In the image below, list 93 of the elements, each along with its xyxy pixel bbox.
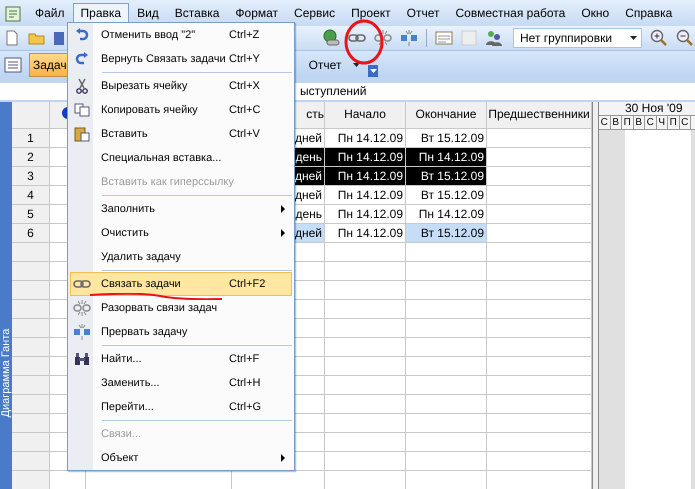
notes-icon[interactable] — [435, 30, 453, 46]
view-tab[interactable]: Отчет — [304, 52, 346, 76]
submenu-arrow-icon — [281, 454, 285, 462]
row-header[interactable] — [12, 281, 50, 300]
menu-item[interactable]: Объект — [70, 446, 292, 470]
split-task-icon — [73, 323, 91, 341]
menu-bar-item[interactable]: Совместная работа — [448, 3, 574, 24]
menu-item[interactable]: Вернуть Связать задачи Ctrl+Y — [70, 47, 292, 71]
grouping-dropdown[interactable]: Нет группировки — [513, 28, 642, 48]
menu-item[interactable]: Удалить задачу — [70, 245, 292, 269]
row-header[interactable] — [12, 262, 50, 281]
timescale-day: С — [680, 116, 691, 129]
clipboard-icon — [74, 126, 90, 142]
timescale-day: В — [634, 116, 645, 129]
copy-icon — [74, 103, 90, 117]
redo-icon — [75, 52, 89, 66]
menu-bar-item[interactable]: Окно — [573, 3, 618, 24]
menu-item[interactable]: Разорвать связи задач — [70, 296, 292, 320]
row-header[interactable] — [12, 452, 50, 471]
row-header[interactable] — [12, 376, 50, 395]
submenu-arrow-icon — [281, 229, 285, 237]
binoculars-icon — [74, 352, 90, 366]
menu-bar-item[interactable]: Отчет — [398, 3, 448, 24]
view-list-icon[interactable] — [4, 56, 22, 72]
row-header[interactable] — [12, 414, 50, 433]
link-icon[interactable] — [348, 33, 366, 43]
menu-bar-item[interactable]: Проект — [343, 3, 399, 24]
annotation-circle — [344, 20, 384, 64]
row-header[interactable] — [12, 338, 50, 357]
column-header[interactable]: Предшественники — [487, 102, 592, 129]
link-icon — [73, 279, 91, 289]
table-cell: Пн 14.12.09 — [325, 167, 406, 186]
row-header[interactable] — [12, 319, 50, 338]
table-cell: Пн 14.12.09 — [325, 186, 406, 205]
broken-link-icon[interactable] — [374, 29, 392, 47]
side-view-label: Диаграмма Ганта — [0, 328, 12, 419]
toolbar-overflow-button[interactable] — [368, 64, 378, 76]
timescale-day: П — [668, 116, 680, 129]
row-header[interactable] — [12, 357, 50, 376]
row-header[interactable] — [12, 471, 50, 489]
menu-bar-item[interactable]: Файл — [27, 3, 73, 24]
timescale-day: С — [599, 116, 610, 129]
globe-link-icon[interactable] — [322, 29, 340, 47]
table-cell: Пн 14.12.09 — [325, 148, 406, 167]
row-number[interactable]: 5 — [12, 205, 50, 224]
table-cell: Вт 15.12.09 — [406, 186, 487, 205]
caret-icon — [370, 68, 377, 72]
split-task-icon[interactable] — [400, 29, 418, 47]
caret-icon — [630, 36, 637, 40]
menu-bar-item[interactable]: Вставка — [166, 3, 228, 24]
row-header[interactable] — [12, 433, 50, 452]
menu-bar-item[interactable]: Формат — [227, 3, 286, 24]
row-number[interactable]: 3 — [12, 167, 50, 186]
menu-item[interactable]: Заменить... Ctrl+H — [70, 371, 292, 395]
table-cell: Вт 15.12.09 — [406, 224, 487, 243]
row-number[interactable]: 2 — [12, 148, 50, 167]
menu-bar-item[interactable]: Справка — [617, 3, 680, 24]
zoom-out-icon[interactable] — [676, 29, 694, 47]
caret-icon[interactable] — [353, 62, 360, 66]
save-icon[interactable] — [54, 30, 64, 46]
row-number[interactable]: 1 — [12, 129, 50, 148]
timescale-day: В — [610, 116, 622, 129]
menu-item[interactable]: Перейти... Ctrl+G — [70, 395, 292, 419]
table-cell: Вт 15.12.09 — [406, 167, 487, 186]
zoom-in-icon[interactable] — [650, 29, 668, 47]
timescale-day: Ч — [656, 116, 668, 129]
table-cell: Пн 14.12.09 — [406, 148, 487, 167]
broken-link-icon — [73, 299, 91, 317]
side-view-bar[interactable]: Диаграмма Ганта — [0, 102, 12, 489]
row-header[interactable] — [12, 300, 50, 319]
scissors-icon — [76, 78, 88, 94]
corner-cell[interactable] — [12, 102, 50, 129]
timescale-day: П — [622, 116, 634, 129]
menu-item[interactable]: Копировать ячейку Ctrl+C — [70, 98, 292, 122]
project-app-icon[interactable] — [5, 6, 21, 22]
column-header[interactable]: Окончание — [406, 102, 487, 129]
timescale-date: 30 Ноя '09 — [599, 102, 695, 116]
row-number[interactable]: 6 — [12, 224, 50, 243]
row-number[interactable]: 4 — [12, 186, 50, 205]
column-header[interactable]: Начало — [325, 102, 406, 129]
new-document-icon[interactable] — [4, 30, 20, 46]
table-cell: Пн 14.12.09 — [325, 205, 406, 224]
menu-item[interactable]: Найти... Ctrl+F — [70, 347, 292, 371]
undo-icon — [75, 28, 89, 42]
people-icon[interactable] — [485, 29, 503, 47]
timescale-day: С — [645, 116, 656, 129]
menu-bar-item[interactable]: Сервис — [286, 3, 344, 24]
menu-item[interactable]: Прервать задачу — [70, 320, 292, 344]
menu-bar-item[interactable]: Вид — [129, 3, 167, 24]
submenu-arrow-icon — [281, 205, 285, 213]
row-header[interactable] — [12, 395, 50, 414]
menu-item[interactable]: Отменить ввод "2" Ctrl+Z — [70, 23, 292, 47]
row-header[interactable] — [12, 243, 50, 262]
